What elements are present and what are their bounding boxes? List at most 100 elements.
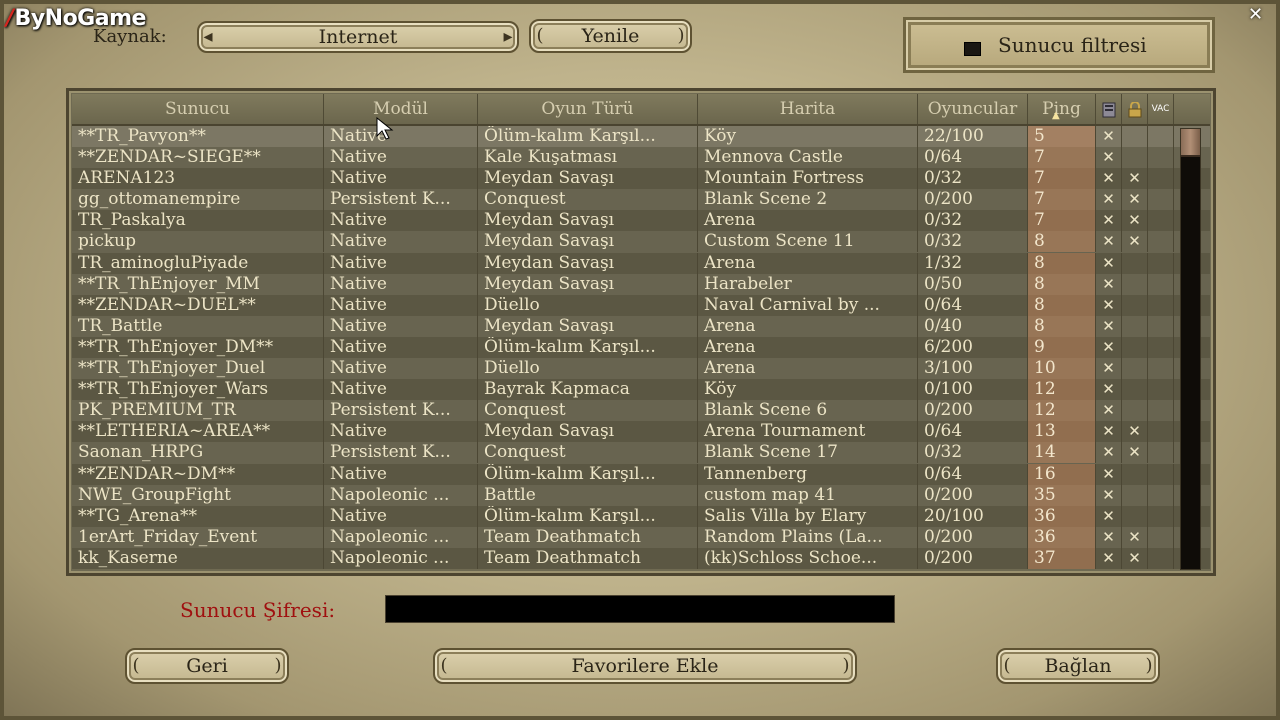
cell-game-type: Conquest bbox=[478, 189, 698, 211]
server-row[interactable]: **TR_Pavyon** Native Ölüm-kalım Karşıl... K… bbox=[72, 126, 1210, 148]
cell-dedicated-mark: ✕ bbox=[1096, 358, 1122, 380]
cell-dedicated-mark: ✕ bbox=[1096, 484, 1122, 506]
add-to-favorites-button[interactable]: ( Favorilere Ekle ) bbox=[433, 648, 857, 684]
cell-map: Harabeler bbox=[698, 273, 918, 295]
server-filter-toggle[interactable]: Sunucu filtresi bbox=[903, 17, 1215, 73]
cell-vac-mark bbox=[1148, 336, 1174, 358]
lock-icon bbox=[1128, 100, 1141, 117]
scrollbar-thumb[interactable] bbox=[1181, 129, 1200, 157]
cell-map: Arena bbox=[698, 315, 918, 337]
cell-game-type: Kale Kuşatması bbox=[478, 147, 698, 169]
scroll-ornament-right-icon: ) bbox=[1145, 655, 1153, 676]
server-row[interactable]: TR_Battle Native Meydan Savaşı Arena 0/40 8 ✕ bbox=[72, 315, 1210, 337]
cell-game-type: Meydan Savaşı bbox=[478, 210, 698, 232]
server-row[interactable]: **TR_ThEnjoyer_DM** Native Ölüm-kalım Karş… bbox=[72, 336, 1210, 359]
server-row[interactable]: **TG_Arena** Native Ölüm-kalım Karşıl... Sa… bbox=[72, 505, 1210, 527]
server-filter-label: Sunucu filtresi bbox=[998, 33, 1147, 57]
cell-password-mark bbox=[1122, 505, 1148, 527]
cell-password-mark bbox=[1122, 147, 1148, 169]
column-header-password[interactable] bbox=[1122, 94, 1148, 124]
server-row[interactable]: **TR_ThEnjoyer_MM Native Meydan Savaşı Hara… bbox=[72, 273, 1210, 295]
back-button-label: Geri bbox=[186, 655, 228, 677]
column-header-map[interactable]: Harita bbox=[698, 94, 918, 124]
server-row[interactable]: NWE_GroupFight Napoleonic ... Battle custom… bbox=[72, 484, 1210, 506]
cell-ping: 8 bbox=[1028, 294, 1096, 316]
cell-players: 0/200 bbox=[918, 400, 1028, 422]
cell-dedicated-mark: ✕ bbox=[1096, 189, 1122, 211]
cell-ping: 13 bbox=[1028, 421, 1096, 443]
server-row[interactable]: TR_Paskalya Native Meydan Savaşı Arena 0/32 7… bbox=[72, 210, 1210, 232]
column-header-server[interactable]: Sunucu bbox=[72, 94, 324, 124]
server-row[interactable]: **ZENDAR~DM** Native Ölüm-kalım Karşıl... T… bbox=[72, 463, 1210, 485]
server-row[interactable]: **LETHERIA~AREA** Native Meydan Savaşı Aren… bbox=[72, 421, 1210, 443]
cell-server: **TR_Pavyon** bbox=[72, 126, 324, 147]
server-list-scrollbar[interactable] bbox=[1180, 128, 1201, 570]
cell-password-mark bbox=[1122, 484, 1148, 506]
cell-map: Arena bbox=[698, 252, 918, 274]
cell-dedicated-mark: ✕ bbox=[1096, 421, 1122, 443]
server-row[interactable]: TR_aminogluPiyade Native Meydan Savaşı Aren… bbox=[72, 252, 1210, 274]
cell-module: Native bbox=[324, 168, 478, 190]
cell-module: Native bbox=[324, 147, 478, 169]
cell-module: Native bbox=[324, 505, 478, 527]
cell-vac-mark bbox=[1148, 294, 1174, 316]
cell-server: **ZENDAR~DUEL** bbox=[72, 294, 324, 316]
column-header-players[interactable]: Oyuncular bbox=[918, 94, 1028, 124]
cell-map: Köy bbox=[698, 126, 918, 147]
cell-password-mark bbox=[1122, 294, 1148, 316]
server-row[interactable]: **ZENDAR~DUEL** Native Düello Naval Carniva… bbox=[72, 294, 1210, 316]
cell-module: Persistent K... bbox=[324, 442, 478, 464]
server-row[interactable]: **TR_ThEnjoyer_Wars Native Bayrak Kapmaca K… bbox=[72, 379, 1210, 401]
cell-dedicated-mark: ✕ bbox=[1096, 315, 1122, 337]
cell-server: **TR_ThEnjoyer_MM bbox=[72, 273, 324, 295]
scroll-ornament-left-icon: ( bbox=[1003, 655, 1011, 676]
cell-game-type: Battle bbox=[478, 484, 698, 506]
column-header-vac[interactable]: VAC bbox=[1148, 94, 1174, 124]
source-prev-arrow-icon[interactable]: ◂ bbox=[201, 26, 215, 48]
cell-dedicated-mark: ✕ bbox=[1096, 526, 1122, 548]
cell-game-type: Meydan Savaşı bbox=[478, 252, 698, 274]
cell-map: Blank Scene 17 bbox=[698, 442, 918, 464]
cell-module: Native bbox=[324, 294, 478, 316]
cell-ping: 5 bbox=[1028, 126, 1096, 147]
source-next-arrow-icon[interactable]: ▸ bbox=[501, 26, 515, 48]
server-row[interactable]: 1erArt_Friday_Event Napoleonic ... Team De… bbox=[72, 526, 1210, 548]
server-password-input[interactable] bbox=[385, 595, 895, 623]
cell-players: 3/100 bbox=[918, 358, 1028, 380]
watermark-mark-icon: / bbox=[6, 6, 14, 31]
cell-password-mark: ✕ bbox=[1122, 210, 1148, 232]
scroll-ornament-right-icon: ) bbox=[677, 25, 685, 46]
window-close-icon[interactable]: ✕ bbox=[1248, 4, 1263, 25]
cell-players: 6/200 bbox=[918, 336, 1028, 358]
cell-map: Salis Villa by Elary bbox=[698, 505, 918, 527]
back-button[interactable]: ( Geri ) bbox=[125, 648, 289, 684]
server-list-table: Sunucu Modül Oyun Türü Harita Oyuncular … bbox=[66, 88, 1216, 576]
cell-vac-mark bbox=[1148, 547, 1174, 569]
column-header-ping[interactable]: Ping ▲ bbox=[1028, 94, 1096, 124]
source-select[interactable]: ◂ Internet ▸ bbox=[197, 21, 519, 53]
server-filter-checkbox[interactable] bbox=[964, 42, 981, 56]
cell-dedicated-mark: ✕ bbox=[1096, 210, 1122, 232]
server-row[interactable]: pickup Native Meydan Savaşı Custom Scene 11… bbox=[72, 231, 1210, 253]
cell-server: ARENA123 bbox=[72, 168, 324, 190]
server-row[interactable]: Saonan_HRPG Persistent K... Conquest Blank … bbox=[72, 442, 1210, 464]
cell-module: Native bbox=[324, 210, 478, 232]
column-header-module[interactable]: Modül bbox=[324, 94, 478, 124]
source-select-value: Internet bbox=[318, 26, 398, 48]
connect-button[interactable]: ( Bağlan ) bbox=[996, 648, 1160, 684]
cell-ping: 8 bbox=[1028, 315, 1096, 337]
cell-ping: 36 bbox=[1028, 505, 1096, 527]
cell-players: 0/64 bbox=[918, 147, 1028, 169]
server-row[interactable]: **ZENDAR~SIEGE** Native Kale Kuşatması Menn… bbox=[72, 147, 1210, 169]
server-row[interactable]: **TR_ThEnjoyer_Duel Native Düello Arena 3/10… bbox=[72, 358, 1210, 380]
server-row[interactable]: ARENA123 Native Meydan Savaşı Mountain Fort… bbox=[72, 168, 1210, 190]
cell-players: 0/32 bbox=[918, 231, 1028, 253]
refresh-button[interactable]: ( Yenile ) bbox=[529, 19, 692, 53]
server-row[interactable]: gg_ottomanempire Persistent K... Conquest B… bbox=[72, 189, 1210, 211]
cell-password-mark: ✕ bbox=[1122, 526, 1148, 548]
server-row[interactable]: PK_PREMIUM_TR Persistent K... Conquest Blan… bbox=[72, 400, 1210, 422]
column-header-dedicated[interactable] bbox=[1096, 94, 1122, 124]
server-row[interactable]: kk_Kaserne Napoleonic ... Team Deathmatch(… bbox=[72, 547, 1210, 569]
column-header-game-type[interactable]: Oyun Türü bbox=[478, 94, 698, 124]
source-label: Kaynak: bbox=[93, 26, 167, 47]
